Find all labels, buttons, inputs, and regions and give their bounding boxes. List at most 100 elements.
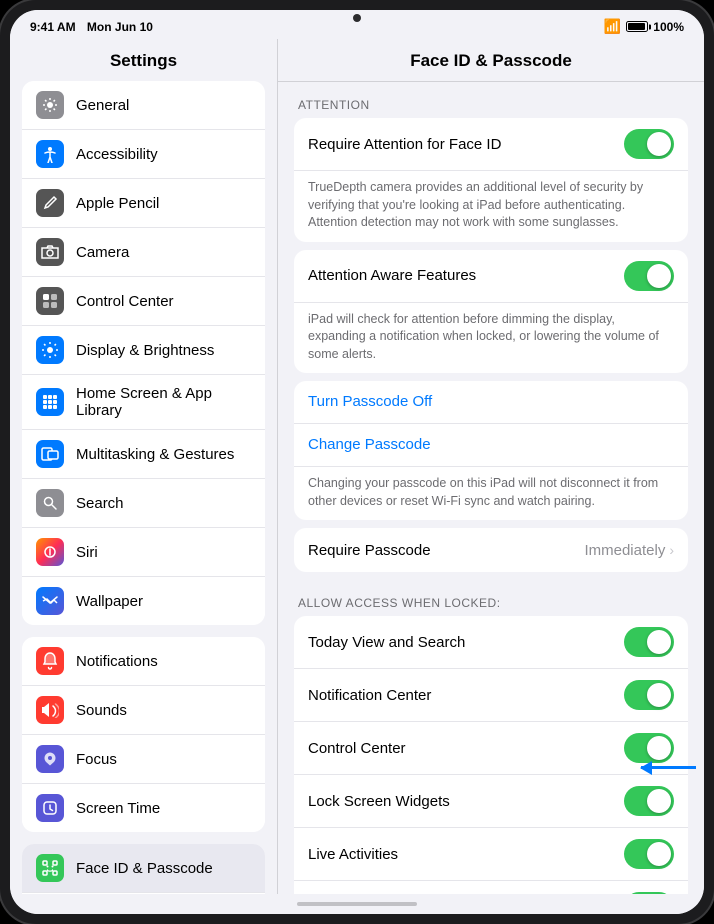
lock-screen-widgets-toggle[interactable] — [624, 786, 674, 816]
notification-center-toggle[interactable] — [624, 680, 674, 710]
sidebar-item-sounds[interactable]: Sounds — [22, 686, 265, 735]
siri-toggle[interactable] — [624, 892, 674, 894]
blue-arrow-annotation — [641, 766, 696, 769]
detail-title: Face ID & Passcode — [278, 39, 704, 82]
attention-aware-toggle[interactable] — [624, 261, 674, 291]
battery-icon — [626, 21, 648, 32]
turn-passcode-off-label: Turn Passcode Off — [308, 393, 432, 410]
attention-note: TrueDepth camera provides an additional … — [294, 171, 688, 242]
notification-center-label: Notification Center — [308, 687, 624, 704]
sidebar-item-notifications[interactable]: Notifications — [22, 637, 265, 686]
attention-aware-group: Attention Aware Features iPad will check… — [294, 250, 688, 374]
wifi-icon: 📶 — [604, 18, 621, 35]
apple-pencil-icon — [36, 189, 64, 217]
require-passcode-label: Require Passcode — [308, 542, 584, 559]
sidebar-item-wallpaper[interactable]: Wallpaper — [22, 577, 265, 625]
control-center-row: Control Center — [294, 722, 688, 775]
siri-row: Siri — [294, 881, 688, 894]
sidebar-item-camera[interactable]: Camera — [22, 228, 265, 277]
attention-group: Require Attention for Face ID TrueDepth … — [294, 118, 688, 242]
home-indicator — [10, 894, 704, 914]
sidebar: Settings General Accessibility — [10, 39, 278, 894]
access-locked-group: Today View and Search Notification Cente… — [294, 616, 688, 894]
sidebar-label-screen-time: Screen Time — [76, 800, 160, 817]
sidebar-label-general: General — [76, 97, 129, 114]
camera-icon — [36, 238, 64, 266]
today-view-label: Today View and Search — [308, 634, 624, 651]
sidebar-title: Settings — [10, 39, 277, 81]
require-passcode-group: Require Passcode Immediately › — [294, 528, 688, 572]
multitasking-icon — [36, 440, 64, 468]
live-activities-toggle[interactable] — [624, 839, 674, 869]
status-indicators: 📶 100% — [604, 18, 684, 35]
status-time: 9:41 AM Mon Jun 10 — [30, 20, 153, 34]
sidebar-item-display[interactable]: Display & Brightness — [22, 326, 265, 375]
live-activities-label: Live Activities — [308, 846, 624, 863]
chevron-icon: › — [669, 542, 674, 558]
screen-time-icon — [36, 794, 64, 822]
sidebar-label-multitasking: Multitasking & Gestures — [76, 446, 234, 463]
today-view-toggle[interactable] — [624, 627, 674, 657]
change-passcode-row[interactable]: Change Passcode — [294, 424, 688, 467]
battery-fill — [628, 23, 645, 30]
sidebar-item-focus[interactable]: Focus — [22, 735, 265, 784]
require-passcode-row[interactable]: Require Passcode Immediately › — [294, 528, 688, 572]
battery-percent: 100% — [653, 20, 684, 34]
sidebar-section-2: Notifications Sounds Focus — [22, 637, 265, 832]
ipad-screen: 9:41 AM Mon Jun 10 📶 100% Settings — [10, 10, 704, 914]
search-icon — [36, 489, 64, 517]
change-passcode-label: Change Passcode — [308, 436, 431, 453]
attention-aware-row: Attention Aware Features — [294, 250, 688, 303]
sidebar-item-multitasking[interactable]: Multitasking & Gestures — [22, 430, 265, 479]
toggle-thumb — [647, 264, 671, 288]
sidebar-label-sounds: Sounds — [76, 702, 127, 719]
turn-passcode-off-row[interactable]: Turn Passcode Off — [294, 381, 688, 424]
sidebar-label-accessibility: Accessibility — [76, 146, 158, 163]
sidebar-label-home-screen: Home Screen & App Library — [76, 385, 251, 419]
passcode-note: Changing your passcode on this iPad will… — [294, 467, 688, 520]
focus-icon — [36, 745, 64, 773]
face-id-icon — [36, 854, 64, 882]
require-attention-row: Require Attention for Face ID — [294, 118, 688, 171]
arrow-head — [640, 761, 652, 775]
control-center-icon — [36, 287, 64, 315]
notification-center-row: Notification Center — [294, 669, 688, 722]
siri-icon — [36, 538, 64, 566]
home-screen-icon — [36, 388, 64, 416]
sidebar-item-home-screen[interactable]: Home Screen & App Library — [22, 375, 265, 430]
sidebar-label-notifications: Notifications — [76, 653, 158, 670]
sidebar-label-siri: Siri — [76, 544, 98, 561]
sidebar-label-focus: Focus — [76, 751, 117, 768]
require-attention-toggle[interactable] — [624, 129, 674, 159]
toggle-thumb — [647, 132, 671, 156]
sidebar-label-display: Display & Brightness — [76, 342, 214, 359]
sidebar-item-face-id[interactable]: Face ID & Passcode — [22, 844, 265, 893]
sidebar-item-apple-pencil[interactable]: Apple Pencil — [22, 179, 265, 228]
sidebar-item-general[interactable]: General — [22, 81, 265, 130]
sounds-icon — [36, 696, 64, 724]
arrow-line — [641, 766, 696, 769]
display-icon — [36, 336, 64, 364]
lock-screen-widgets-label: Lock Screen Widgets — [308, 793, 624, 810]
control-center-toggle[interactable] — [624, 733, 674, 763]
sidebar-label-control-center: Control Center — [76, 293, 174, 310]
control-center-label: Control Center — [308, 740, 624, 757]
sidebar-item-screen-time[interactable]: Screen Time — [22, 784, 265, 832]
sidebar-item-search[interactable]: Search — [22, 479, 265, 528]
sidebar-item-siri[interactable]: Siri — [22, 528, 265, 577]
section-header-access: ALLOW ACCESS WHEN LOCKED: — [294, 580, 688, 616]
sidebar-label-camera: Camera — [76, 244, 129, 261]
section-header-attention: ATTENTION — [294, 82, 688, 118]
today-view-row: Today View and Search — [294, 616, 688, 669]
wallpaper-icon — [36, 587, 64, 615]
main-content: Settings General Accessibility — [10, 39, 704, 894]
sidebar-item-control-center[interactable]: Control Center — [22, 277, 265, 326]
passcode-links-group: Turn Passcode Off Change Passcode Changi… — [294, 381, 688, 520]
sidebar-item-accessibility[interactable]: Accessibility — [22, 130, 265, 179]
sidebar-label-wallpaper: Wallpaper — [76, 593, 143, 610]
sidebar-label-search: Search — [76, 495, 124, 512]
attention-aware-label: Attention Aware Features — [308, 267, 624, 284]
general-icon — [36, 91, 64, 119]
sidebar-label-apple-pencil: Apple Pencil — [76, 195, 159, 212]
ipad-frame: 9:41 AM Mon Jun 10 📶 100% Settings — [0, 0, 714, 924]
